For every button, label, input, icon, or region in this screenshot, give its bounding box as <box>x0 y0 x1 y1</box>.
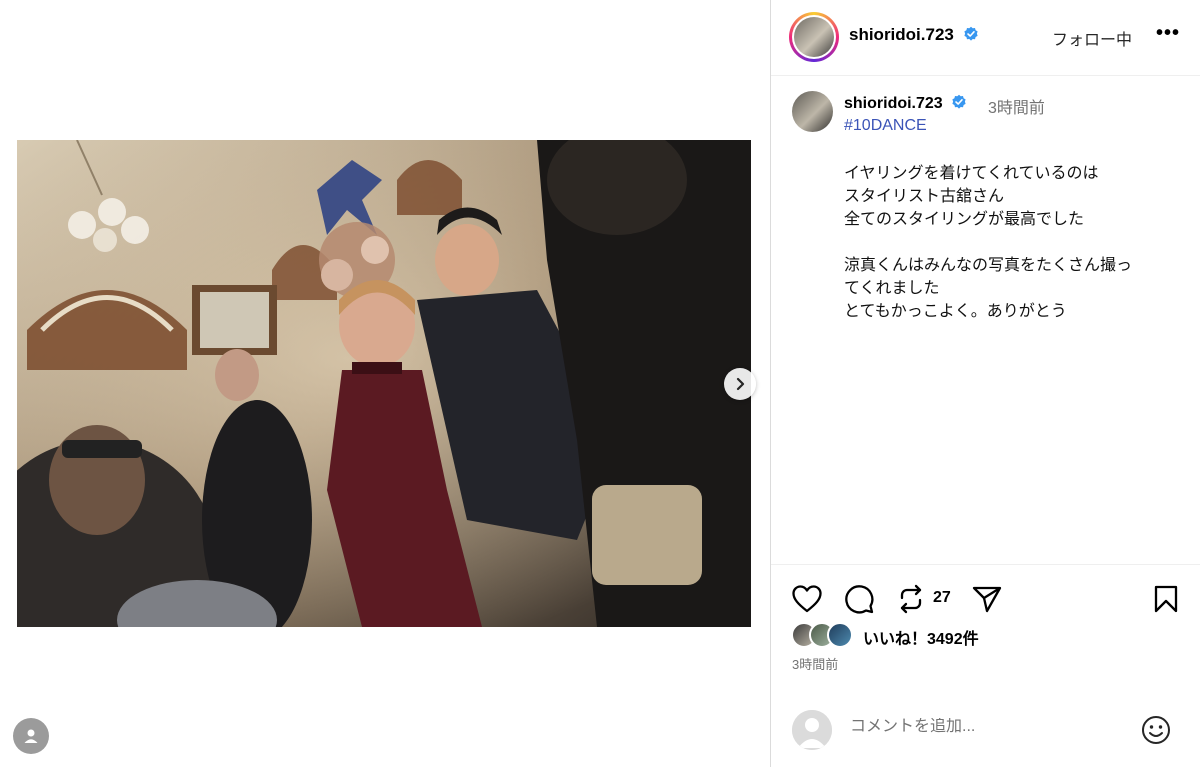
verified-badge-icon <box>952 94 966 109</box>
repost-button[interactable] <box>895 583 927 615</box>
user-silhouette-icon <box>792 710 832 750</box>
heart-icon <box>792 585 822 613</box>
caption-line: 全てのスタイリングが最高でした <box>844 211 1085 228</box>
likes-count[interactable]: いいね！3492件 <box>863 625 979 649</box>
post-photo[interactable] <box>17 140 751 627</box>
caption-author-avatar[interactable] <box>792 91 833 132</box>
media-pane <box>0 0 770 767</box>
comment-composer <box>771 700 1200 767</box>
comment-input[interactable] <box>850 718 1130 736</box>
post-header: shioridoi.723 フォロー中 ••• <box>771 0 1200 76</box>
repost-icon <box>900 584 922 614</box>
bookmark-icon <box>1154 585 1178 613</box>
paper-plane-icon <box>972 586 1002 613</box>
caption-username-text[interactable]: shioridoi.723 <box>844 95 943 112</box>
caption-line: とてもかっこよく。ありがとう <box>844 303 1067 320</box>
comment-icon <box>845 585 874 614</box>
author-username-header[interactable]: shioridoi.723 <box>849 25 979 45</box>
caption-line <box>844 231 1189 254</box>
caption-line: 涼真くんはみんなの写真をたくさん撮っ <box>844 257 1133 274</box>
like-button[interactable] <box>791 583 823 615</box>
caption-line: イヤリングを着けてくれているのは <box>844 165 1099 182</box>
instagram-post-page: shioridoi.723 フォロー中 ••• shioridoi.723 3時… <box>0 0 1200 767</box>
following-button[interactable]: フォロー中 <box>1052 26 1132 50</box>
next-image-button[interactable] <box>724 368 756 400</box>
verified-badge-icon <box>964 26 978 41</box>
smiley-icon[interactable] <box>1141 715 1171 745</box>
likes-summary[interactable]: いいね！3492件 <box>791 622 1171 648</box>
author-username-text[interactable]: shioridoi.723 <box>849 25 954 44</box>
post-side-panel: shioridoi.723 フォロー中 ••• shioridoi.723 3時… <box>770 0 1200 767</box>
user-silhouette-icon <box>24 729 38 743</box>
repost-count: 27 <box>933 589 951 606</box>
caption-line: てくれました <box>844 280 940 297</box>
photo-illustration <box>17 140 751 627</box>
caption-text: イヤリングを着けてくれているのは スタイリスト古舘さん 全てのスタイリングが最高… <box>844 162 1189 323</box>
share-button[interactable] <box>971 583 1003 615</box>
hashtag-link[interactable]: #10DANCE <box>844 117 927 135</box>
author-avatar <box>794 17 834 57</box>
caption-timestamp[interactable]: 3時間前 <box>988 94 1045 118</box>
caption-line: スタイリスト古舘さん <box>844 188 1005 205</box>
avatar-ring-inner <box>792 15 836 59</box>
author-avatar-story-ring[interactable] <box>789 12 839 62</box>
save-button[interactable] <box>1150 583 1182 615</box>
liker-avatar <box>827 622 853 648</box>
current-user-avatar <box>792 710 832 750</box>
comment-button[interactable] <box>843 583 875 615</box>
more-options-icon[interactable]: ••• <box>1156 22 1180 45</box>
caption-author-username[interactable]: shioridoi.723 <box>844 94 967 113</box>
chevron-right-icon <box>736 377 745 391</box>
account-avatar-button[interactable] <box>13 718 49 754</box>
post-date[interactable]: 3時間前 <box>792 654 838 673</box>
post-caption: shioridoi.723 3時間前 #10DANCE イヤリングを着けてくれて… <box>771 76 1200 564</box>
